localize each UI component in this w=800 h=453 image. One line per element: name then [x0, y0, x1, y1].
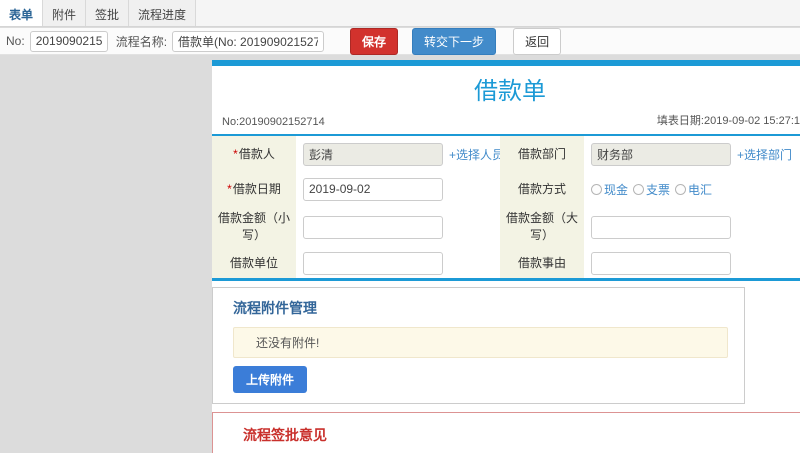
required-marker: *	[233, 146, 238, 161]
loan-date-label: * 借款日期	[212, 172, 296, 206]
method-wire-radio[interactable]: 电汇	[675, 181, 712, 198]
loan-unit-input[interactable]	[303, 251, 443, 275]
department-label: 借款部门	[500, 136, 584, 172]
no-label: No:	[6, 34, 25, 48]
required-marker: *	[227, 181, 232, 196]
attachment-section: 流程附件管理 还没有附件! 上传附件	[212, 287, 745, 404]
no-input[interactable]	[29, 30, 108, 52]
page-title: 借款单	[474, 78, 546, 105]
approval-section-title: 流程签批意见	[243, 427, 327, 443]
department-row: 借款部门 +选择部门	[500, 136, 800, 172]
back-button[interactable]: 返回	[513, 27, 562, 55]
tab-attachments[interactable]: 附件	[43, 0, 87, 26]
select-person-link[interactable]: +选择人员	[449, 146, 504, 163]
loan-method-row: 借款方式 现金 支票 电汇	[500, 172, 800, 206]
save-button[interactable]: 保存	[350, 27, 399, 55]
amount-upper-label: 借款金额（大写）	[500, 206, 584, 248]
tab-approval[interactable]: 签批	[86, 0, 130, 26]
amount-upper-input[interactable]	[591, 215, 731, 239]
loan-unit-label: 借款单位	[212, 248, 296, 278]
amount-upper-row: 借款金额（大写）	[500, 206, 800, 248]
method-cash-radio[interactable]: 现金	[591, 181, 628, 198]
upload-attachment-button[interactable]: 上传附件	[233, 366, 308, 393]
forward-next-step-button[interactable]: 转交下一步	[412, 27, 497, 55]
amount-lower-input[interactable]	[303, 215, 443, 239]
amount-lower-label: 借款金额（小写）	[212, 206, 296, 248]
loan-date-input[interactable]	[303, 177, 443, 201]
action-toolbar: No: 流程名称: 保存 转交下一步 返回	[0, 27, 800, 55]
tab-process-progress[interactable]: 流程进度	[129, 0, 197, 26]
form-date-text: 填表日期:2019-09-02 15:27:1	[656, 115, 800, 127]
no-attachment-alert: 还没有附件!	[233, 327, 728, 358]
amount-lower-row: 借款金额（小写）	[212, 206, 500, 248]
form-no-text: No:20190902152714	[222, 116, 325, 128]
loan-form-table: *借款人 +选择人员 *借款日期 借款金额（小写） 借款单位	[212, 136, 800, 281]
loan-unit-row: 借款单位	[212, 248, 500, 278]
loan-method-label: 借款方式	[500, 172, 584, 206]
loan-reason-row: 借款事由	[500, 248, 800, 278]
tab-bar: 表单 附件 签批 流程进度	[0, 0, 800, 27]
loan-reason-input[interactable]	[591, 251, 731, 275]
borrower-input[interactable]	[303, 142, 443, 166]
form-left-column: *借款人 +选择人员 *借款日期 借款金额（小写） 借款单位	[212, 136, 504, 278]
radio-icon	[675, 183, 687, 195]
method-cheque-radio[interactable]: 支票	[633, 181, 670, 198]
borrower-label: * 借款人	[212, 136, 296, 172]
loan-form-panel: 借款单 No:20190902152714 填表日期:2019-09-02 15…	[212, 60, 800, 453]
form-meta-row: No:20190902152714 填表日期:2019-09-02 15:27:…	[212, 110, 800, 136]
process-name-input[interactable]	[172, 30, 325, 52]
process-name-label: 流程名称:	[115, 34, 168, 49]
loan-reason-label: 借款事由	[500, 248, 584, 278]
form-right-column: 借款部门 +选择部门 借款方式 现金 支票 电汇 借款金额（大写）	[500, 136, 800, 278]
loan-date-row: * 借款日期	[212, 172, 500, 206]
borrower-row: *借款人 +选择人员	[212, 136, 504, 172]
radio-icon	[633, 183, 645, 195]
tab-form[interactable]: 表单	[0, 0, 44, 26]
radio-icon	[591, 183, 602, 195]
select-department-link[interactable]: +选择部门	[737, 146, 792, 163]
department-input[interactable]	[591, 142, 731, 166]
approval-section: 流程签批意见 B I abc 12 ” 样式 格式	[212, 412, 800, 453]
attachment-section-title: 流程附件管理	[233, 300, 317, 316]
